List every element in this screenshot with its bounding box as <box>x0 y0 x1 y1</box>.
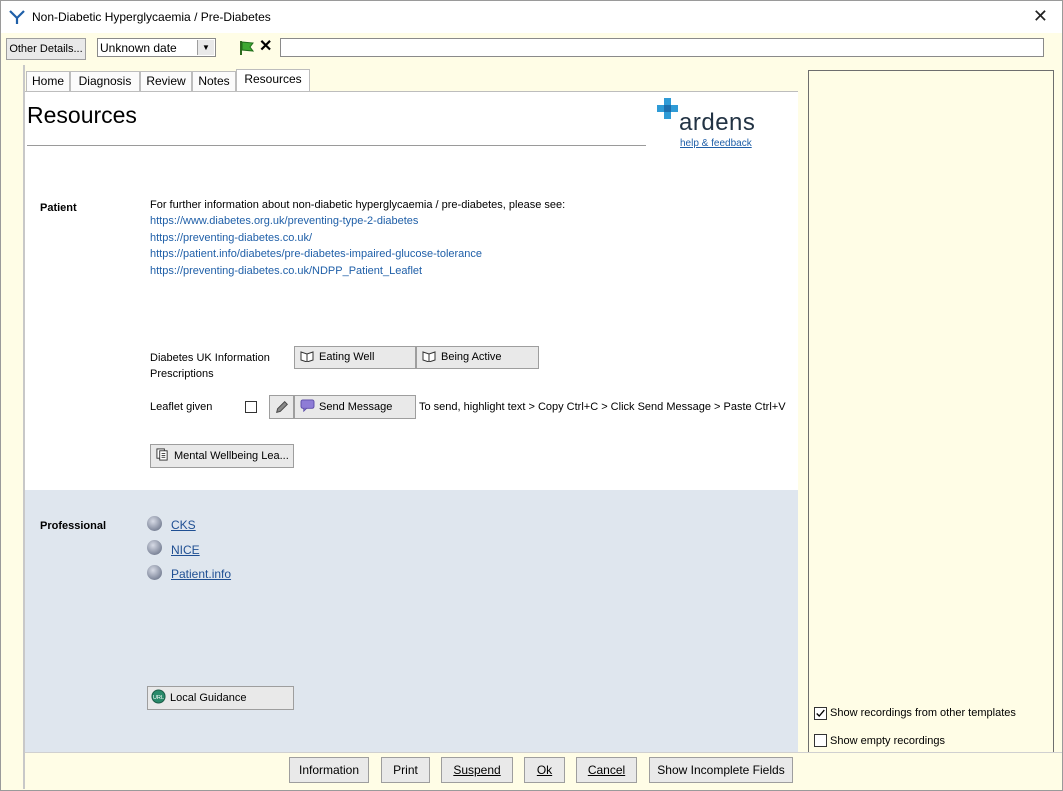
being-active-label: Being Active <box>441 351 502 363</box>
ok-button[interactable]: Ok <box>524 757 565 783</box>
checkmark-icon <box>816 709 825 718</box>
tab-review[interactable]: Review <box>140 71 192 91</box>
help-feedback-link[interactable]: help & feedback <box>680 138 752 149</box>
svg-text:URL: URL <box>153 695 164 701</box>
tab-home[interactable]: Home <box>26 71 70 91</box>
flag-icon[interactable] <box>238 39 256 57</box>
send-message-label: Send Message <box>319 401 393 413</box>
edit-button[interactable] <box>269 395 294 419</box>
pencil-icon <box>275 401 288 413</box>
tab-notes[interactable]: Notes <box>192 71 236 91</box>
tab-resources[interactable]: Resources <box>236 69 310 91</box>
resources-panel: Resources ardens help & feedback Patient… <box>25 91 798 752</box>
being-active-button[interactable]: Being Active <box>416 346 539 369</box>
show-other-templates-checkbox[interactable] <box>814 707 827 720</box>
window-title: Non-Diabetic Hyperglycaemia / Pre-Diabet… <box>32 10 271 24</box>
globe-icon <box>147 540 162 555</box>
patient-info-text: For further information about non-diabet… <box>150 199 566 211</box>
information-button[interactable]: Information <box>289 757 369 783</box>
title-bar: Non-Diabetic Hyperglycaemia / Pre-Diabet… <box>1 1 1062 33</box>
app-logo-icon <box>9 10 25 24</box>
local-guidance-label: Local Guidance <box>170 692 247 704</box>
cancel-button[interactable]: Cancel <box>576 757 637 783</box>
date-select-value: Unknown date <box>100 41 177 55</box>
url-globe-icon: URL <box>151 689 166 704</box>
message-icon <box>300 399 315 413</box>
cks-link[interactable]: CKS <box>171 518 196 532</box>
clear-icon[interactable]: ✕ <box>259 38 272 56</box>
link-ndpp-leaflet[interactable]: https://preventing-diabetes.co.uk/NDPP_P… <box>150 265 422 277</box>
nice-link[interactable]: NICE <box>171 543 200 557</box>
divider <box>27 145 646 146</box>
eating-well-label: Eating Well <box>319 351 375 363</box>
link-patient-info[interactable]: https://patient.info/diabetes/pre-diabet… <box>150 248 482 260</box>
document-icon <box>156 448 168 461</box>
link-diabetes-uk[interactable]: https://www.diabetes.org.uk/preventing-t… <box>150 215 418 227</box>
suspend-button[interactable]: Suspend <box>441 757 513 783</box>
send-message-hint: To send, highlight text > Copy Ctrl+C > … <box>419 401 786 413</box>
link-preventing-diabetes[interactable]: https://preventing-diabetes.co.uk/ <box>150 232 312 244</box>
free-text-input[interactable] <box>280 38 1044 57</box>
send-message-button[interactable]: Send Message <box>294 395 416 419</box>
recordings-panel: Show recordings from other templates Sho… <box>808 70 1054 753</box>
template-window: Non-Diabetic Hyperglycaemia / Pre-Diabet… <box>0 0 1063 791</box>
tab-diagnosis[interactable]: Diagnosis <box>70 71 140 91</box>
globe-icon <box>147 516 162 531</box>
local-guidance-button[interactable]: URL Local Guidance <box>147 686 294 710</box>
show-empty-checkbox[interactable] <box>814 734 827 747</box>
patient-info-link[interactable]: Patient.info <box>171 567 231 581</box>
show-incomplete-fields-button[interactable]: Show Incomplete Fields <box>649 757 793 783</box>
date-select[interactable]: Unknown date ▼ <box>97 38 216 57</box>
professional-section: Professional CKS NICE Patient.info URL Lo… <box>25 490 798 752</box>
eating-well-button[interactable]: Eating Well <box>294 346 416 369</box>
patient-section-label: Patient <box>40 202 77 214</box>
professional-section-label: Professional <box>40 520 107 532</box>
book-icon <box>422 351 436 362</box>
toolbar: Other Details... Unknown date ▼ ✕ <box>1 33 1062 65</box>
info-prescriptions-label-line1: Diabetes UK Information <box>150 352 270 364</box>
close-icon[interactable]: ✕ <box>1033 6 1048 26</box>
info-prescriptions-label-line2: Prescriptions <box>150 368 214 380</box>
other-details-button[interactable]: Other Details... <box>6 38 86 60</box>
mental-wellbeing-leaflet-button[interactable]: Mental Wellbeing Lea... <box>150 444 294 468</box>
globe-icon <box>147 565 162 580</box>
page-title: Resources <box>27 102 137 128</box>
chevron-down-icon[interactable]: ▼ <box>197 40 214 55</box>
book-icon <box>300 351 314 362</box>
show-empty-label: Show empty recordings <box>830 735 945 747</box>
ardens-logo-text: ardens <box>679 109 756 136</box>
leaflet-given-label: Leaflet given <box>150 401 213 413</box>
show-other-templates-label: Show recordings from other templates <box>830 707 1016 719</box>
bottom-bar: Information Print Suspend Ok Cancel Show… <box>25 752 1062 790</box>
mental-wellbeing-label: Mental Wellbeing Lea... <box>174 450 289 462</box>
print-button[interactable]: Print <box>381 757 430 783</box>
leaflet-given-checkbox[interactable] <box>245 401 257 413</box>
